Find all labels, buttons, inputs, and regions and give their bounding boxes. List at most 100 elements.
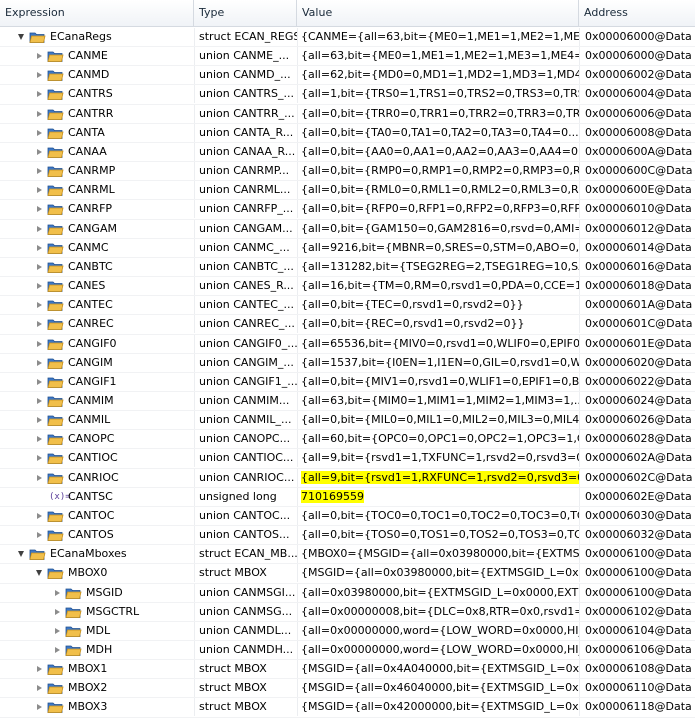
value-cell[interactable]: {MSGID={all=0x03980000,bit={EXTMSGID_L=0… xyxy=(297,564,579,583)
expression-cell[interactable]: CANRMP xyxy=(0,162,194,180)
value-cell[interactable]: {all=0,bit={GAM150=0,GAM2816=0,rsvd=0,AM… xyxy=(297,219,579,238)
value-cell[interactable]: {all=0x00000008,bit={DLC=0x8,RTR=0x0,rsv… xyxy=(297,602,579,621)
table-row[interactable]: (x)= CANTSC unsigned long 710169559 0x000060… xyxy=(0,487,695,507)
collapse-toggle-icon[interactable] xyxy=(34,660,46,678)
collapse-toggle-icon[interactable] xyxy=(34,181,46,199)
column-header-address[interactable]: Address xyxy=(579,0,695,26)
table-row[interactable]: CANMIL union CANMIL_... {all=0,bit={MIL0=0… xyxy=(0,411,695,431)
expand-toggle-icon[interactable] xyxy=(16,545,28,563)
table-row[interactable]: CANOPC union CANOPC... {all=60,bit={OPC0=0… xyxy=(0,430,695,450)
collapse-toggle-icon[interactable] xyxy=(34,335,46,353)
expression-cell[interactable]: MBOX3 xyxy=(0,698,194,716)
table-row[interactable]: ECanaRegs struct ECAN_REGS {CANME={all=63,… xyxy=(0,28,695,48)
table-row[interactable]: CANRIOC union CANRIOC... {all=9,bit={rsvd1… xyxy=(0,468,695,488)
collapse-toggle-icon[interactable] xyxy=(34,373,46,391)
expression-cell[interactable]: MSGCTRL xyxy=(0,603,194,621)
value-cell[interactable]: {all=65536,bit={MIV0=0,rsvd1=0,WLIF0=0,E… xyxy=(297,334,579,353)
value-cell[interactable]: {all=60,bit={OPC0=0,OPC1=0,OPC2=1,OPC3=1… xyxy=(297,430,579,449)
expression-cell[interactable]: CANRML xyxy=(0,181,194,199)
collapse-toggle-icon[interactable] xyxy=(34,105,46,123)
value-cell[interactable]: {MSGID={all=0x46040000,bit={EXTMSGID_L=0… xyxy=(297,679,579,698)
value-cell[interactable]: {all=0,bit={TOC0=0,TOC1=0,TOC2=0,TOC3=0,… xyxy=(297,506,579,525)
expand-toggle-icon[interactable] xyxy=(34,564,46,582)
collapse-toggle-icon[interactable] xyxy=(34,679,46,697)
table-row[interactable]: MSGCTRL union CANMSG... {all=0x00000008,bi… xyxy=(0,602,695,622)
table-row[interactable]: ECanaMboxes struct ECAN_MB... {MBOX0={MSGI… xyxy=(0,545,695,565)
expression-cell[interactable]: MBOX0 xyxy=(0,564,194,582)
table-row[interactable]: MBOX0 struct MBOX {MSGID={all=0x03980000,b… xyxy=(0,564,695,584)
value-cell[interactable]: {all=0,bit={REC=0,rsvd1=0,rsvd2=0}} xyxy=(297,315,579,334)
value-cell[interactable]: {MSGID={all=0x4A040000,bit={EXTMSGID_L=0… xyxy=(297,660,579,679)
collapse-toggle-icon[interactable] xyxy=(34,66,46,84)
collapse-toggle-icon[interactable] xyxy=(34,392,46,410)
column-header-expression[interactable]: Expression xyxy=(0,0,194,26)
expression-cell[interactable]: CANTIOC xyxy=(0,449,194,467)
expression-cell[interactable]: CANTOC xyxy=(0,507,194,525)
table-row[interactable]: CANRML union CANRML... {all=0,bit={RML0=0,… xyxy=(0,181,695,201)
expression-cell[interactable]: CANBTC xyxy=(0,258,194,276)
expression-cell[interactable]: CANGAM xyxy=(0,220,194,238)
expression-cell[interactable]: CANES xyxy=(0,277,194,295)
table-row[interactable]: CANTIOC union CANTIOC... {all=9,bit={rsvd1… xyxy=(0,449,695,469)
table-row[interactable]: CANREC union CANREC_... {all=0,bit={REC=0,… xyxy=(0,315,695,335)
table-row[interactable]: CANTRS union CANTRS_... {all=1,bit={TRS0=1… xyxy=(0,85,695,105)
table-row[interactable]: CANMC union CANMC_... {all=9216,bit={MBNR=… xyxy=(0,238,695,258)
collapse-toggle-icon[interactable] xyxy=(34,124,46,142)
expression-cell[interactable]: CANTRR xyxy=(0,105,194,123)
collapse-toggle-icon[interactable] xyxy=(34,143,46,161)
collapse-toggle-icon[interactable] xyxy=(34,162,46,180)
value-cell[interactable]: {all=9216,bit={MBNR=0,SRES=0,STM=0,ABO=0… xyxy=(297,238,579,257)
collapse-toggle-icon[interactable] xyxy=(34,507,46,525)
table-row[interactable]: CANRMP union CANRMP... {all=0,bit={RMP0=0,… xyxy=(0,162,695,182)
collapse-toggle-icon[interactable] xyxy=(34,354,46,372)
expression-cell[interactable]: CANRFP xyxy=(0,200,194,218)
collapse-toggle-icon[interactable] xyxy=(52,584,64,602)
expression-cell[interactable]: MDH xyxy=(0,641,194,659)
value-cell[interactable]: {all=0,bit={TOS0=0,TOS1=0,TOS2=0,TOS3=0,… xyxy=(297,526,579,545)
expression-cell[interactable]: CANTOS xyxy=(0,526,194,544)
value-cell[interactable]: {all=0x03980000,bit={EXTMSGID_L=0x0000,E… xyxy=(297,583,579,602)
value-cell[interactable]: {all=0,bit={AA0=0,AA1=0,AA2=0,AA3=0,AA4=… xyxy=(297,142,579,161)
expression-cell[interactable]: CANREC xyxy=(0,315,194,333)
value-cell[interactable]: {CANME={all=63,bit={ME0=1,ME1=1,ME2=1,ME… xyxy=(297,28,579,46)
table-row[interactable]: MSGID union CANMSGI... {all=0x03980000,bit… xyxy=(0,583,695,603)
collapse-toggle-icon[interactable] xyxy=(34,277,46,295)
table-row[interactable]: CANME union CANME_... {all=63,bit={ME0=1,M… xyxy=(0,47,695,67)
expression-cell[interactable]: CANTRS xyxy=(0,85,194,103)
expression-cell[interactable]: ECanaRegs xyxy=(0,28,194,46)
table-row[interactable]: MDH union CANMDH... {all=0x00000000,word={… xyxy=(0,641,695,661)
collapse-toggle-icon[interactable] xyxy=(52,622,64,640)
value-cell[interactable]: {all=0x00000000,word={LOW_WORD=0x0000,HI… xyxy=(297,621,579,640)
expression-cell[interactable]: ECanaMboxes xyxy=(0,545,194,563)
value-cell[interactable]: {all=9,bit={rsvd1=1,RXFUNC=1,rsvd2=0,rsv… xyxy=(297,468,579,487)
expression-cell[interactable]: CANGIF0 xyxy=(0,335,194,353)
expression-cell[interactable]: (x)= CANTSC xyxy=(0,488,194,506)
value-cell[interactable]: {all=0,bit={TRR0=0,TRR1=0,TRR2=0,TRR3=0,… xyxy=(297,104,579,123)
collapse-toggle-icon[interactable] xyxy=(34,220,46,238)
collapse-toggle-icon[interactable] xyxy=(34,47,46,65)
collapse-toggle-icon[interactable] xyxy=(52,603,64,621)
value-cell[interactable]: {all=63,bit={MIM0=1,MIM1=1,MIM2=1,MIM3=1… xyxy=(297,391,579,410)
table-row[interactable]: MDL union CANMDL... {all=0x00000000,word={… xyxy=(0,621,695,641)
expression-cell[interactable]: MBOX1 xyxy=(0,660,194,678)
table-row[interactable]: CANGIF1 union CANGIF1_... {all=0,bit={MIV1… xyxy=(0,372,695,392)
value-cell[interactable]: {all=0,bit={RML0=0,RML1=0,RML2=0,RML3=0,… xyxy=(297,181,579,200)
collapse-toggle-icon[interactable] xyxy=(34,430,46,448)
table-row[interactable]: CANTA union CANTA_R... {all=0,bit={TA0=0,T… xyxy=(0,123,695,143)
collapse-toggle-icon[interactable] xyxy=(34,698,46,716)
collapse-toggle-icon[interactable] xyxy=(34,258,46,276)
column-header-type[interactable]: Type xyxy=(194,0,297,26)
value-cell[interactable]: {all=0,bit={TEC=0,rsvd1=0,rsvd2=0}} xyxy=(297,296,579,315)
value-cell[interactable]: {all=9,bit={rsvd1=1,TXFUNC=1,rsvd2=0,rsv… xyxy=(297,449,579,468)
table-row[interactable]: CANMD union CANMD_... {all=62,bit={MD0=0,M… xyxy=(0,66,695,86)
collapse-toggle-icon[interactable] xyxy=(34,200,46,218)
expression-cell[interactable]: CANRIOC xyxy=(0,469,194,487)
table-row[interactable]: CANTRR union CANTRR_... {all=0,bit={TRR0=0… xyxy=(0,104,695,124)
collapse-toggle-icon[interactable] xyxy=(34,239,46,257)
table-row[interactable]: CANTOC union CANTOC... {all=0,bit={TOC0=0,… xyxy=(0,506,695,527)
table-row[interactable]: CANBTC union CANBTC_... {all=131282,bit={T… xyxy=(0,257,695,278)
expression-cell[interactable]: CANMC xyxy=(0,239,194,257)
value-cell[interactable]: {MSGID={all=0x42000000,bit={EXTMSGID_L=0… xyxy=(297,698,579,717)
value-cell[interactable]: {all=0,bit={RMP0=0,RMP1=0,RMP2=0,RMP3=0,… xyxy=(297,162,579,181)
expression-cell[interactable]: MBOX2 xyxy=(0,679,194,697)
